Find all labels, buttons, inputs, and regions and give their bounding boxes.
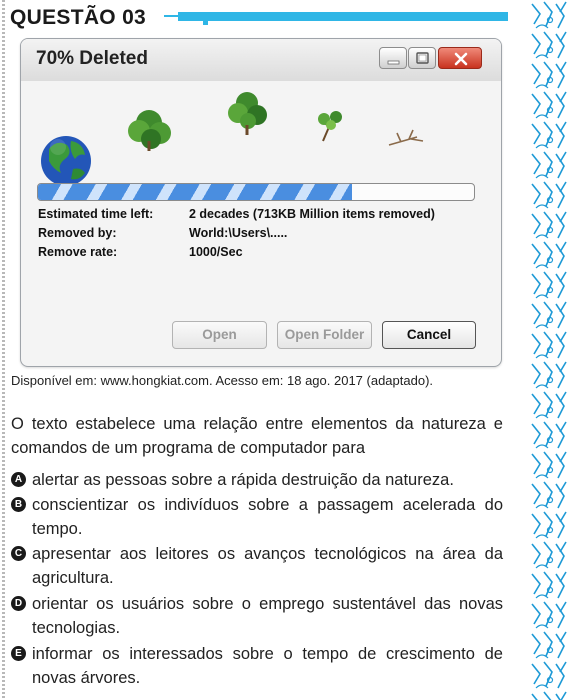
option-c[interactable]: Capresentar aos leitores os avanços tecn… [11, 542, 503, 590]
minimize-button[interactable] [379, 47, 407, 69]
option-letter-c: C [11, 546, 26, 561]
remove-rate-value: 1000/Sec [189, 245, 243, 259]
question-statement: O texto estabelece uma relação entre ele… [11, 415, 503, 457]
removed-by-label: Removed by: [38, 226, 117, 240]
maximize-icon [416, 52, 429, 64]
side-decoration-pattern [530, 0, 570, 700]
source-citation: Disponível em: www.hongkiat.com. Acesso … [11, 373, 434, 388]
estimated-time-label: Estimated time left: [38, 207, 154, 221]
option-text: apresentar aos leitores os avanços tecno… [32, 545, 503, 587]
open-button[interactable]: Open [172, 321, 267, 349]
removed-by-value: World:\Users\..... [189, 226, 288, 240]
dead-branch-icon [388, 129, 424, 146]
heading-accent-bar [164, 12, 508, 25]
option-e[interactable]: Einformar os interessados sobre o tempo … [11, 642, 503, 690]
open-folder-button[interactable]: Open Folder [277, 321, 372, 349]
earth-icon [41, 136, 91, 184]
option-text: alertar as pessoas sobre a rápida destru… [32, 471, 454, 489]
cancel-button[interactable]: Cancel [382, 321, 476, 349]
option-letter-a: A [11, 472, 26, 487]
option-text: conscientizar os indivíduos sobre a pass… [32, 496, 503, 538]
option-letter-d: D [11, 596, 26, 611]
deletion-progress-bar [37, 183, 475, 201]
tree-icon [228, 92, 267, 135]
question-number: QUESTÃO 03 [10, 6, 147, 29]
option-letter-b: B [11, 497, 26, 512]
close-button[interactable] [438, 47, 482, 69]
small-tree-icon [318, 111, 342, 142]
minimize-icon [387, 60, 400, 65]
window-title: 70% Deleted [36, 48, 148, 69]
close-icon [454, 52, 468, 66]
remove-rate-label: Remove rate: [38, 245, 118, 259]
deletion-dialog-window: 70% Deleted Estimated time left: 2 decad… [20, 38, 502, 367]
tree-icon [128, 110, 171, 151]
earth-to-dead-tree-illustration [41, 92, 424, 184]
option-text: informar os interessados sobre o tempo d… [32, 645, 503, 687]
left-border-rule [2, 0, 5, 700]
estimated-time-value: 2 decades (713KB Million items removed) [189, 207, 435, 221]
option-b[interactable]: Bconscientizar os indivíduos sobre a pas… [11, 493, 503, 541]
option-letter-e: E [11, 646, 26, 661]
option-text: orientar os usuários sobre o emprego sus… [32, 595, 503, 637]
maximize-button[interactable] [408, 47, 436, 69]
option-d[interactable]: Dorientar os usuários sobre o emprego su… [11, 592, 503, 640]
progress-bar-fill [38, 184, 352, 200]
option-a[interactable]: Aalertar as pessoas sobre a rápida destr… [11, 468, 503, 492]
